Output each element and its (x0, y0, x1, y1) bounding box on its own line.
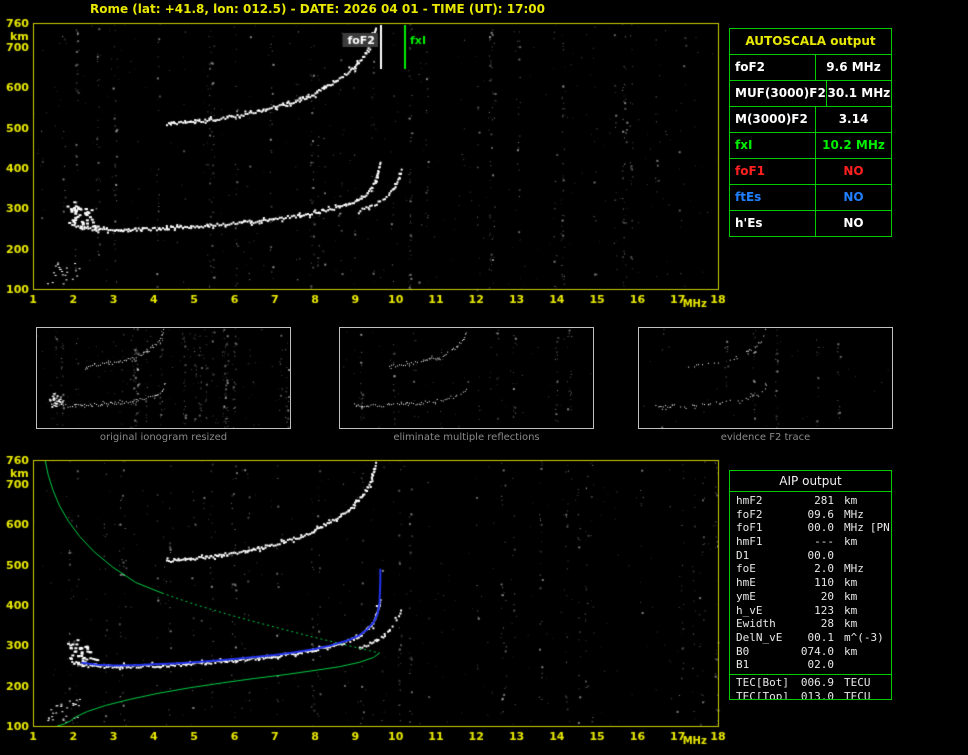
aip-row-unit: km (844, 589, 858, 603)
autoscala-row: fxI 10.2 MHz (730, 133, 891, 159)
aip-row-value: --- (814, 535, 834, 549)
aip-row-value: 00.0 (807, 548, 835, 562)
autoscala-row-value: 3.14 (838, 112, 869, 126)
aip-row-value: 013.0 (800, 689, 834, 700)
aip-row-unit: m^(-3) (844, 630, 884, 644)
autoscala-row-value: 30.1 MHz (827, 86, 891, 100)
autoscala-row-label: foF1 (730, 159, 816, 184)
aip-tec-row: TEC[Bot] 006.9 TECU (730, 676, 891, 690)
aip-row-note: [PN] (869, 521, 891, 535)
aip-row-value: 123 (814, 603, 834, 617)
aip-table-title: AIP output (730, 471, 891, 492)
aip-row-label: B0 (736, 644, 750, 658)
aip-row-unit: km (844, 576, 858, 590)
aip-row-label: h_vE (736, 603, 763, 617)
aip-row-label: TEC[Bot] (736, 675, 789, 689)
autoscala-row-value: NO (843, 216, 864, 230)
aip-row-value: 281 (814, 494, 834, 507)
profile-ionogram-canvas (0, 453, 730, 753)
aip-row: B1 02.0 (730, 658, 891, 672)
aip-row-label: foF2 (736, 507, 763, 521)
aip-row-unit: MHz (844, 562, 864, 576)
aip-row-unit: TECU (844, 689, 871, 700)
aip-row-unit: km (844, 617, 858, 631)
aip-row-value: 2.0 (814, 562, 834, 576)
aip-row-value: 00.0 (807, 521, 835, 535)
page-title: Rome (lat: +41.8, lon: 012.5) - DATE: 20… (90, 2, 545, 16)
aip-row: h_vE 123 km (730, 604, 891, 618)
autoscala-table: AUTOSCALA output foF2 9.6 MHz MUF(3000)F… (729, 28, 892, 237)
thumb-original-caption: original ionogram resized (99, 432, 228, 443)
autoscala-row-value: NO (843, 190, 864, 204)
aip-row: foE 2.0 MHz (730, 562, 891, 576)
aip-row-unit: km (844, 603, 858, 617)
aip-row-label: DelN_vE (736, 630, 783, 644)
thumb-evidence-caption: evidence F2 trace (720, 432, 811, 443)
autoscala-row-value: NO (843, 164, 864, 178)
autoscala-table-title: AUTOSCALA output (730, 29, 891, 55)
aip-row: ymE 20 km (730, 590, 891, 604)
autoscala-row-label: h'Es (730, 211, 816, 236)
aip-row-value: 110 (814, 576, 834, 590)
aip-tec-section: TEC[Bot] 006.9 TECU TEC[Top] 013.0 TECU (730, 673, 891, 700)
autoscala-row: MUF(3000)F2 30.1 MHz (730, 81, 891, 107)
autoscala-row-label: ftEs (730, 185, 816, 210)
aip-row-value: 09.6 (807, 507, 835, 521)
aip-row-label: TEC[Top] (736, 689, 789, 700)
aip-row: foF1 00.0 MHz [PN] (730, 521, 891, 535)
aip-row-unit: MHz (844, 507, 864, 521)
aip-row-value: 074.0 (800, 644, 834, 658)
aip-row-label: hmE (736, 576, 756, 590)
aip-row-unit: km (844, 494, 858, 507)
autoscala-row-label: M(3000)F2 (730, 107, 816, 132)
autoscala-row: foF1 NO (730, 159, 891, 185)
aip-row-value: 28 (820, 617, 834, 631)
autoscala-row-label: foF2 (730, 55, 816, 80)
autoscala-row-label: fxI (730, 133, 816, 158)
aip-row-value: 20 (820, 589, 834, 603)
aip-row-label: hmF1 (736, 535, 763, 549)
aip-row: D1 00.0 (730, 549, 891, 563)
autoscala-row-label: MUF(3000)F2 (730, 81, 827, 106)
aip-row-label: B1 (736, 658, 750, 672)
autoscala-screen: Rome (lat: +41.8, lon: 012.5) - DATE: 20… (0, 0, 968, 755)
aip-row-unit: km (844, 644, 858, 658)
aip-row-value: 02.0 (807, 658, 835, 672)
autoscala-row: h'Es NO (730, 211, 891, 236)
aip-row-label: ymE (736, 589, 756, 603)
thumb-cleaned-canvas (339, 327, 594, 429)
autoscala-row: M(3000)F2 3.14 (730, 107, 891, 133)
aip-tec-row: TEC[Top] 013.0 TECU (730, 689, 891, 700)
aip-row: B0 074.0 km (730, 645, 891, 659)
aip-row-value: 006.9 (800, 675, 834, 689)
autoscala-row-value: 10.2 MHz (822, 138, 885, 152)
aip-row-value: 00.1 (807, 630, 835, 644)
aip-table: AIP output hmF2 281 km foF2 09.6 MHz foF… (729, 470, 892, 700)
aip-row: hmE 110 km (730, 576, 891, 590)
aip-row: hmF1 --- km (730, 535, 891, 549)
aip-row: foF2 09.6 MHz (730, 508, 891, 522)
thumb-cleaned-caption: eliminate multiple reflections (393, 432, 540, 443)
aip-row-label: hmF2 (736, 494, 763, 507)
aip-row: hmF2 281 km (730, 494, 891, 508)
aip-row-label: D1 (736, 548, 750, 562)
aip-row: Ewidth 28 km (730, 617, 891, 631)
main-ionogram-canvas (0, 16, 730, 316)
aip-row-label: Ewidth (736, 617, 776, 631)
aip-table-rows: hmF2 281 km foF2 09.6 MHz foF1 00.0 MHz … (730, 492, 891, 672)
thumb-original-canvas (36, 327, 291, 429)
aip-row-label: foE (736, 562, 756, 576)
autoscala-row-value: 9.6 MHz (826, 60, 881, 74)
aip-row: DelN_vE 00.1 m^(-3) (730, 631, 891, 645)
aip-row-unit: TECU (844, 675, 871, 689)
autoscala-row: ftEs NO (730, 185, 891, 211)
aip-row-unit: MHz (844, 521, 864, 535)
aip-row-unit: km (844, 535, 858, 549)
aip-row-label: foF1 (736, 521, 763, 535)
autoscala-row: foF2 9.6 MHz (730, 55, 891, 81)
thumb-evidence-canvas (638, 327, 893, 429)
